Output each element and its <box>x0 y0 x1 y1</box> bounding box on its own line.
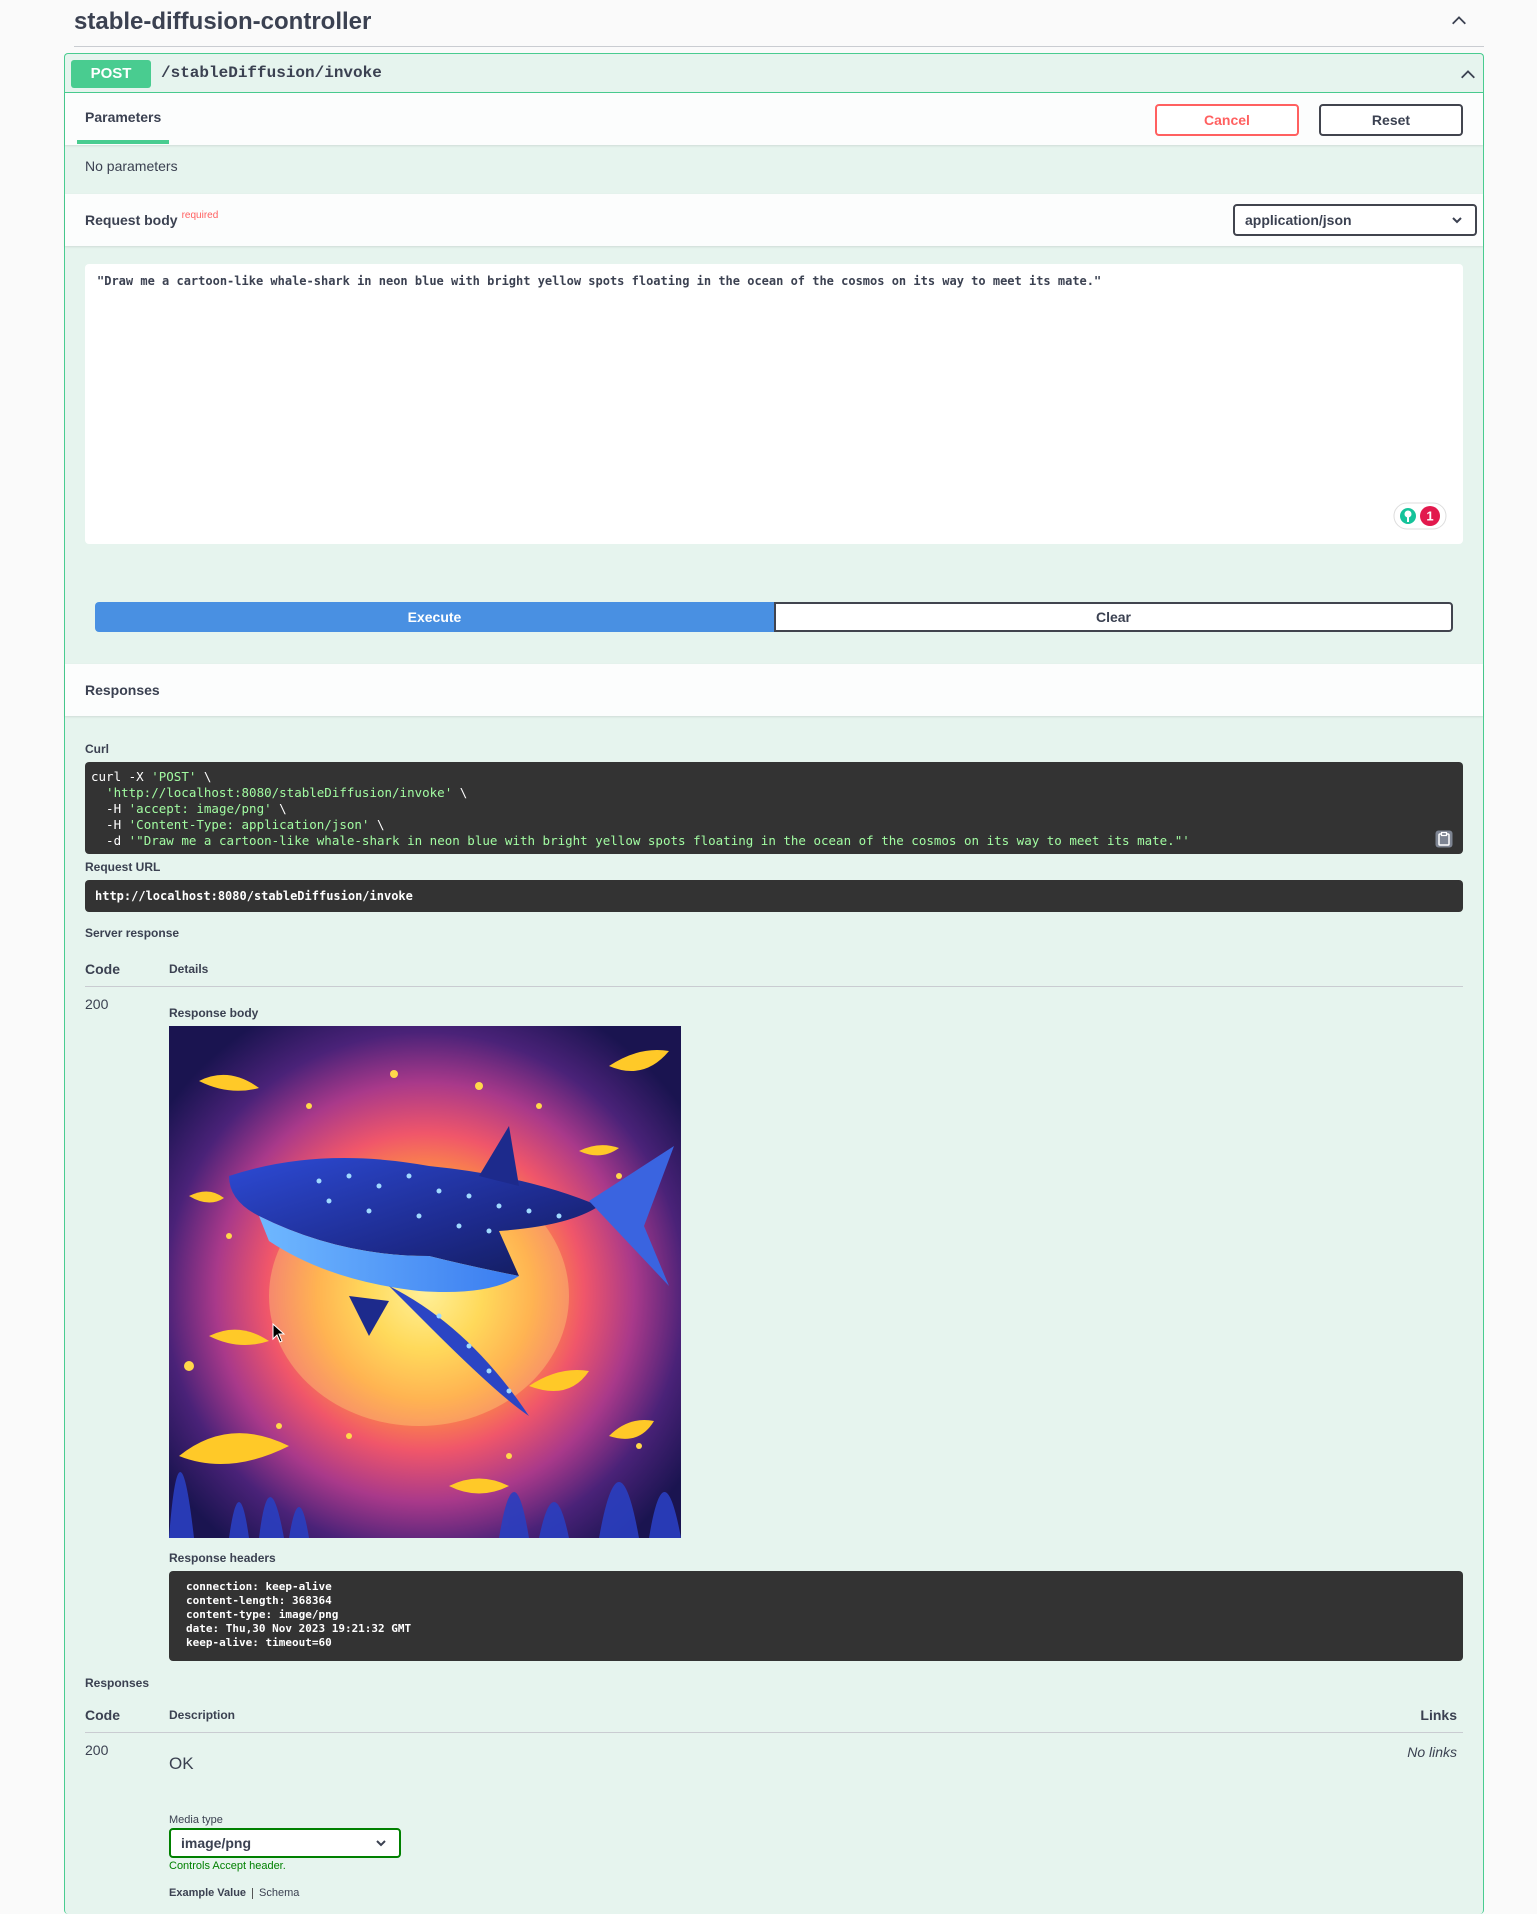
chevron-up-icon[interactable] <box>1450 12 1468 30</box>
request-body-title: Request body required <box>85 210 219 228</box>
request-body-textarea[interactable]: "Draw me a cartoon-like whale-shark in n… <box>85 264 1463 544</box>
tab-schema[interactable]: Schema <box>259 1887 299 1899</box>
response-headers-label: Response headers <box>169 1551 276 1565</box>
tag-header[interactable]: stable-diffusion-controller <box>74 0 1484 47</box>
media-type-label: Media type <box>169 1814 223 1826</box>
response-image <box>169 1026 681 1538</box>
response-header-line: content-type: image/png <box>186 1608 339 1621</box>
tag-title[interactable]: stable-diffusion-controller <box>74 8 371 36</box>
no-links-text: No links <box>1407 1744 1457 1760</box>
request-body-text: "Draw me a cartoon-like whale-shark in n… <box>97 274 1102 288</box>
code-header: Code <box>85 961 120 977</box>
execute-button[interactable]: Execute <box>95 602 774 632</box>
responses-title: Responses <box>85 682 160 698</box>
links-header: Links <box>1420 1707 1457 1723</box>
tab-example-value[interactable]: Example Value <box>169 1887 246 1899</box>
execute-row: Execute Clear <box>95 602 1453 632</box>
response-headers-block[interactable]: connection: keep-alive content-length: 3… <box>169 1571 1463 1661</box>
responses-header: Responses <box>65 664 1483 716</box>
curl-label: Curl <box>85 742 109 756</box>
required-mark: required <box>181 210 219 221</box>
request-url-block[interactable]: http://localhost:8080/stableDiffusion/in… <box>85 880 1463 912</box>
request-url-label: Request URL <box>85 860 161 874</box>
grammar-check-icon[interactable]: 1 <box>1393 502 1447 530</box>
chevron-down-icon <box>1452 217 1462 224</box>
response-header-line: connection: keep-alive <box>186 1580 332 1593</box>
cancel-button[interactable]: Cancel <box>1155 104 1299 136</box>
curl-line-5: -d '"Draw me a cartoon-like whale-shark … <box>91 833 1190 848</box>
method-badge: POST <box>71 60 151 88</box>
request-body-header: Request body required application/json <box>65 194 1483 246</box>
response-header-line: date: Thu,30 Nov 2023 19:21:32 GMT <box>186 1622 412 1635</box>
curl-line-2: 'http://localhost:8080/stableDiffusion/i… <box>91 785 468 800</box>
response-header-line: content-length: 368364 <box>186 1594 332 1607</box>
server-response-label: Server response <box>85 926 180 940</box>
no-parameters-text: No parameters <box>85 158 178 174</box>
documented-responses-title: Responses <box>85 1676 150 1690</box>
reset-button[interactable]: Reset <box>1319 104 1463 136</box>
curl-line-3: -H 'accept: image/png' \ <box>91 801 287 816</box>
chevron-up-icon[interactable] <box>1459 66 1477 84</box>
description-header: Description <box>169 1708 236 1722</box>
chevron-down-icon <box>376 1840 386 1847</box>
response-header-line: keep-alive: timeout=60 <box>186 1636 332 1649</box>
code-header: Code <box>85 1707 120 1723</box>
media-type-value: image/png <box>181 1835 252 1851</box>
details-header: Details <box>169 962 209 976</box>
example-tabs: Example Value Schema <box>169 1887 299 1899</box>
server-response-table-header: Code Details <box>85 948 1463 987</box>
request-url-value: http://localhost:8080/stableDiffusion/in… <box>95 889 413 903</box>
tab-parameters[interactable]: Parameters <box>85 109 161 125</box>
copy-to-clipboard-icon[interactable] <box>1435 830 1453 848</box>
documented-response-code: 200 <box>85 1742 109 1758</box>
mouse-cursor-icon <box>272 1323 286 1343</box>
media-type-select[interactable]: image/png <box>169 1828 401 1858</box>
clear-button[interactable]: Clear <box>774 602 1453 632</box>
operation-summary[interactable]: POST /stableDiffusion/invoke <box>65 54 1483 93</box>
response-status-code: 200 <box>85 996 109 1012</box>
curl-line-4: -H 'Content-Type: application/json' \ <box>91 817 385 832</box>
request-body-label: Request body <box>85 212 178 228</box>
whale-shark-image <box>169 1026 681 1538</box>
operation-path: /stableDiffusion/invoke <box>161 64 382 82</box>
response-body-label: Response body <box>169 1006 259 1020</box>
tab-underline <box>77 140 169 144</box>
curl-code-block[interactable]: curl -X 'POST' \ 'http://localhost:8080/… <box>85 762 1463 854</box>
content-type-value: application/json <box>1245 212 1352 228</box>
content-type-select[interactable]: application/json <box>1233 204 1477 236</box>
curl-line-1: curl -X 'POST' \ <box>91 769 212 784</box>
grammar-badge-count: 1 <box>1426 509 1433 524</box>
documented-responses-table-header: Code Description Links <box>85 1694 1463 1733</box>
operation-block: POST /stableDiffusion/invoke Parameters … <box>64 53 1484 1914</box>
accept-header-note: Controls Accept header. <box>169 1860 286 1872</box>
response-description: OK <box>169 1754 194 1773</box>
